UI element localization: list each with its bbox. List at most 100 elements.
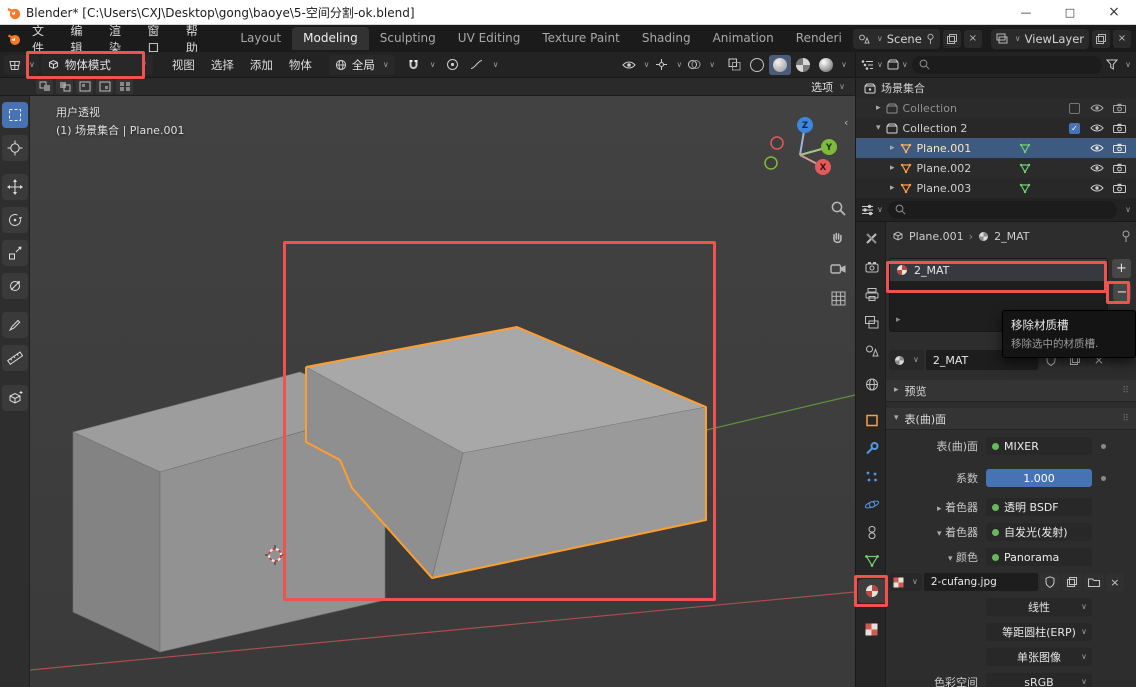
proportional-falloff-button[interactable] — [466, 55, 488, 75]
disclosure-icon[interactable]: ▸ — [890, 184, 895, 193]
preview-panel-header[interactable]: ▸ 预览 ⠿ — [886, 380, 1136, 402]
factor-slider[interactable]: 1.000 — [986, 469, 1092, 487]
outliner-row-scene-collection[interactable]: 场景集合 — [856, 78, 1136, 98]
disclosure-icon[interactable]: ▾ — [876, 124, 881, 133]
tool-rotate[interactable] — [2, 207, 28, 233]
mesh-data-icon[interactable] — [1019, 183, 1031, 194]
tab-physics[interactable] — [858, 492, 885, 516]
chevron-down-icon[interactable]: ∨ — [430, 61, 436, 69]
editor-type-button[interactable]: ∨ — [4, 55, 39, 75]
outliner-filter-button[interactable] — [1106, 59, 1118, 70]
tab-world[interactable] — [858, 372, 885, 396]
shading-material-button[interactable] — [792, 55, 814, 75]
disclosure-icon[interactable]: ▸ — [876, 104, 881, 113]
xray-toggle[interactable] — [723, 55, 745, 75]
tab-object-data[interactable] — [858, 548, 885, 572]
show-gizmo-button[interactable] — [650, 55, 672, 75]
shading-wireframe-button[interactable] — [746, 55, 768, 75]
hide-eye-icon[interactable] — [1090, 143, 1104, 153]
menu-help[interactable]: 帮助 — [177, 22, 215, 56]
shader-1-button[interactable]: 透明 BSDF — [986, 498, 1092, 516]
zoom-control[interactable] — [825, 195, 851, 221]
transform-orientation-dropdown[interactable]: 全局 ∨ — [329, 55, 395, 75]
chevron-down-icon[interactable]: ∨ — [709, 61, 715, 69]
navigation-gizmo[interactable]: Z Y X — [752, 110, 852, 202]
tab-modeling[interactable]: Modeling — [292, 27, 369, 50]
shading-rendered-button[interactable] — [815, 55, 837, 75]
mode-dropdown[interactable]: 物体模式 ∨ — [41, 55, 153, 75]
menu-view[interactable]: 视图 — [165, 57, 202, 73]
chevron-down-icon[interactable]: ∨ — [841, 61, 847, 69]
interpolation-dropdown[interactable]: 线性 ∨ — [986, 598, 1092, 616]
transform-option-4-icon[interactable] — [96, 79, 113, 94]
tab-animation[interactable]: Animation — [702, 27, 785, 50]
menu-render[interactable]: 渲染 — [100, 22, 138, 56]
render-camera-icon[interactable] — [1113, 103, 1126, 113]
image-duplicate-button[interactable] — [1062, 573, 1082, 591]
viewlayer-selector[interactable]: ∨ ViewLayer — [991, 29, 1089, 49]
viewport-3d[interactable]: 用户透视 (1) 场景集合 | Plane.001 Z Y X — [30, 96, 855, 687]
menu-window[interactable]: 窗口 — [138, 22, 176, 56]
image-source-dropdown[interactable]: 单张图像 ∨ — [986, 648, 1092, 666]
tab-texture[interactable] — [858, 617, 885, 641]
transform-option-1-icon[interactable] — [36, 79, 53, 94]
proportional-edit-toggle[interactable] — [442, 55, 464, 75]
breadcrumb-material[interactable]: 2_MAT — [994, 230, 1029, 243]
transform-option-5-icon[interactable] — [116, 79, 133, 94]
hide-eye-icon[interactable] — [1090, 103, 1104, 113]
tab-shading[interactable]: Shading — [631, 27, 702, 50]
viewlayer-new-button[interactable] — [1092, 30, 1110, 48]
tool-scale[interactable] — [2, 240, 28, 266]
menu-edit[interactable]: 编辑 — [61, 22, 99, 56]
tab-particles[interactable] — [858, 464, 885, 488]
scene-selector[interactable]: ∨ Scene — [853, 29, 940, 49]
outliner-row-collection[interactable]: ▸ Collection — [856, 98, 1136, 118]
tab-texture-paint[interactable]: Texture Paint — [531, 27, 630, 50]
outliner-search-input[interactable] — [912, 56, 1102, 74]
outliner-row-plane-001[interactable]: ▸ Plane.001 — [856, 138, 1136, 158]
exclude-checkbox[interactable] — [1069, 103, 1080, 114]
hide-eye-icon[interactable] — [1090, 163, 1104, 173]
tab-layout[interactable]: Layout — [229, 27, 292, 50]
render-camera-icon[interactable] — [1113, 163, 1126, 173]
tab-uv-editing[interactable]: UV Editing — [447, 27, 532, 50]
tab-constraints[interactable] — [858, 520, 885, 544]
blender-menu-icon[interactable] — [7, 31, 23, 47]
tool-move[interactable] — [2, 174, 28, 200]
render-camera-icon[interactable] — [1113, 143, 1126, 153]
tool-measure[interactable] — [2, 345, 28, 371]
hide-eye-icon[interactable] — [1090, 183, 1104, 193]
show-overlays-button[interactable] — [683, 55, 705, 75]
surface-shader-button[interactable]: MIXER — [986, 437, 1092, 455]
chevron-down-icon[interactable]: ∨ — [493, 61, 499, 69]
outliner-row-plane-002[interactable]: ▸ Plane.002 — [856, 158, 1136, 178]
tab-view-layer[interactable] — [858, 310, 885, 334]
chevron-down-icon[interactable]: ∨ — [644, 61, 650, 69]
tool-add-cube[interactable] — [2, 385, 28, 411]
chevron-down-icon[interactable]: ∨ — [1125, 206, 1131, 214]
viewlayer-remove-button[interactable]: × — [1113, 30, 1131, 48]
pin-icon[interactable] — [926, 33, 935, 45]
mesh-data-icon[interactable] — [1019, 143, 1031, 154]
colorspace-dropdown[interactable]: sRGB ∨ — [986, 673, 1092, 687]
shading-solid-button[interactable] — [769, 55, 791, 75]
exclude-checkbox[interactable]: ✓ — [1069, 123, 1080, 134]
color-source-button[interactable]: Panorama — [986, 548, 1092, 566]
close-button[interactable]: × — [1092, 0, 1136, 24]
scene-unlink-button[interactable]: × — [964, 30, 982, 48]
keyframe-dot-icon[interactable] — [1101, 444, 1106, 449]
outliner-editor-type-button[interactable]: ∨ — [861, 59, 883, 71]
maximize-button[interactable]: □ — [1048, 0, 1092, 24]
chevron-down-icon[interactable]: ∨ — [1125, 61, 1131, 69]
open-image-button[interactable] — [1084, 573, 1104, 591]
chevron-down-icon[interactable]: ∨ — [676, 61, 682, 69]
disclosure-icon[interactable]: ▸ — [890, 164, 895, 173]
shader-2-button[interactable]: 自发光(发射) — [986, 523, 1092, 541]
tool-transform[interactable] — [2, 273, 28, 299]
tool-cursor[interactable] — [2, 135, 28, 161]
outliner-row-collection-2[interactable]: ▾ Collection 2 ✓ — [856, 118, 1136, 138]
pin-icon[interactable] — [1121, 230, 1131, 243]
image-name-field[interactable]: 2-cufang.jpg — [924, 573, 1038, 591]
object-visibility-button[interactable] — [618, 55, 640, 75]
menu-object[interactable]: 物体 — [282, 57, 319, 73]
